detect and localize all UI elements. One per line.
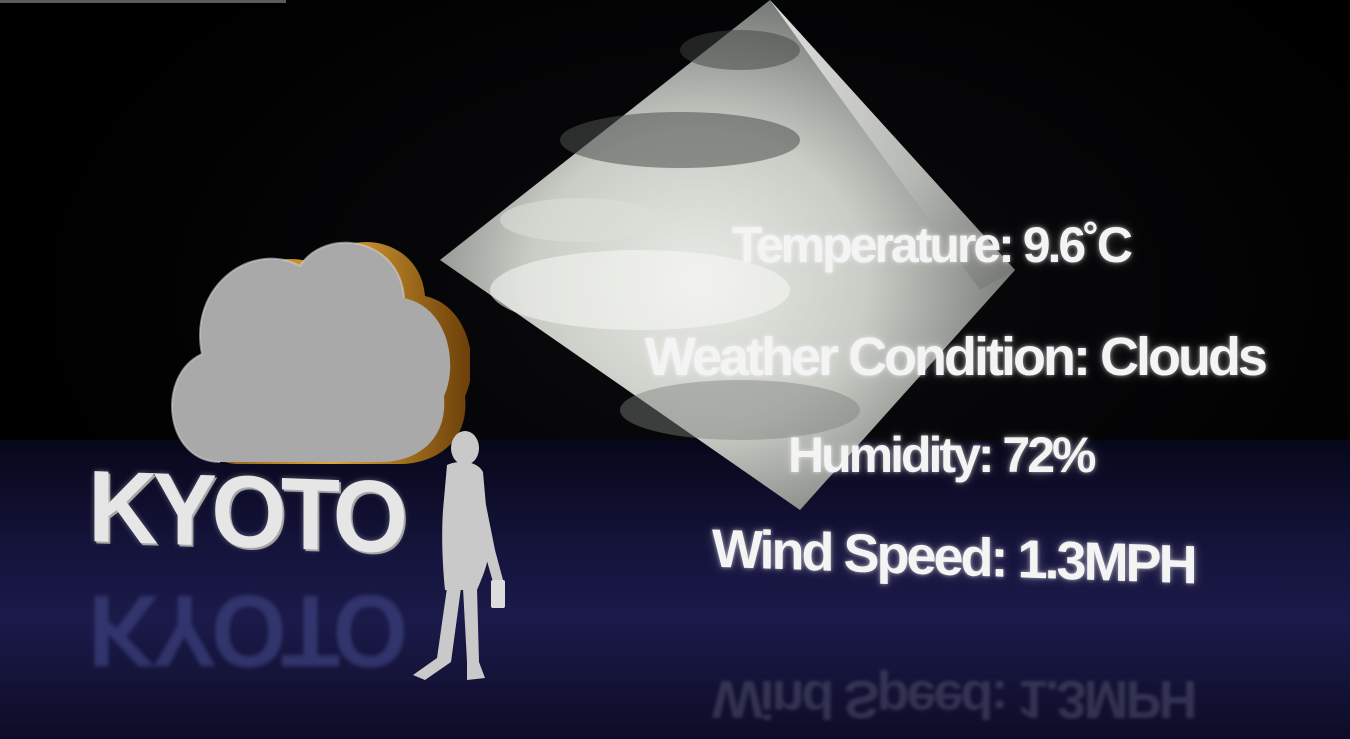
humidity-readout: Humidity: 72% bbox=[788, 427, 1097, 483]
city-label: KYOTO bbox=[88, 449, 403, 575]
weather-scene: KYOTO KYOTO Temperature: 9.6˚C Weather C… bbox=[0, 0, 1350, 739]
wind-speed-reflection: Wind Speed: 1.3MPH bbox=[712, 669, 1195, 729]
city-label-reflection: KYOTO bbox=[88, 574, 403, 688]
weather-condition-readout: Weather Condition: Clouds bbox=[645, 327, 1268, 387]
top-progress-bar bbox=[0, 0, 286, 3]
temperature-readout: Temperature: 9.6˚C bbox=[732, 217, 1133, 273]
walking-person-figure bbox=[385, 430, 515, 695]
